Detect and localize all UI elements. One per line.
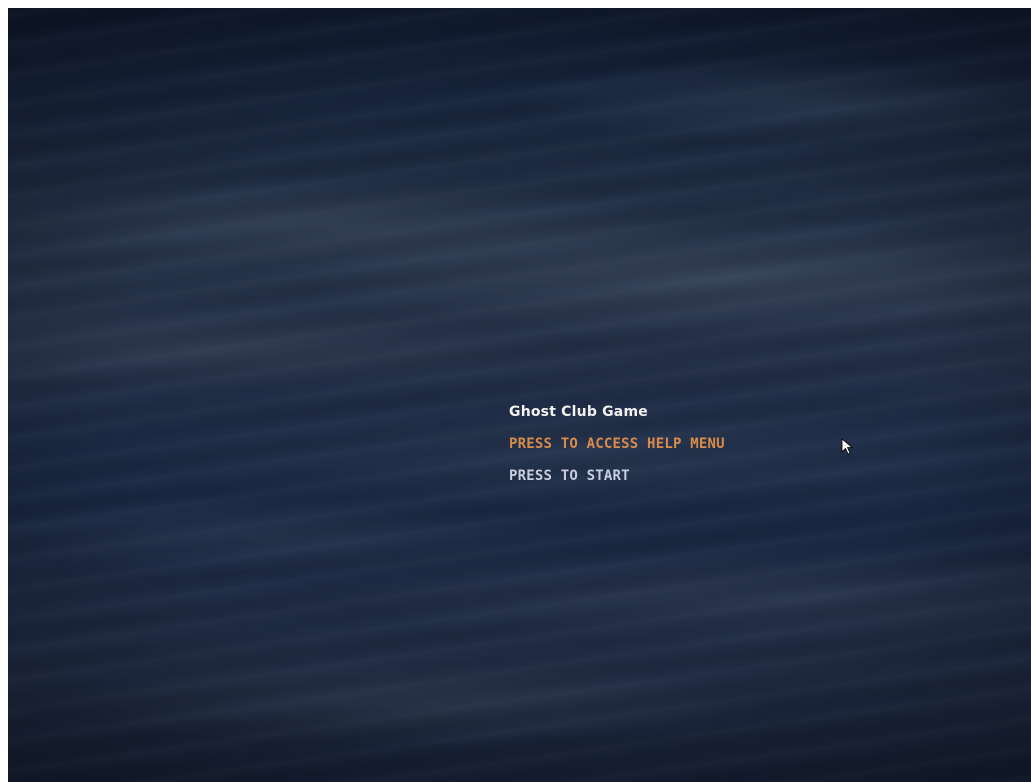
game-title: Ghost Club Game [509, 404, 648, 420]
game-viewport[interactable]: Ghost Club Game PRESS TO ACCESS HELP MEN… [8, 8, 1031, 782]
window-frame: Ghost Club Game PRESS TO ACCESS HELP MEN… [0, 0, 1031, 782]
water-texture-background [8, 8, 1031, 782]
background-vignette [8, 8, 1031, 782]
mouse-pointer-icon [841, 438, 854, 455]
help-menu-button[interactable]: PRESS TO ACCESS HELP MENU [509, 428, 725, 460]
start-button[interactable]: PRESS TO START [509, 460, 725, 492]
main-menu: Ghost Club Game PRESS TO ACCESS HELP MEN… [509, 396, 725, 492]
